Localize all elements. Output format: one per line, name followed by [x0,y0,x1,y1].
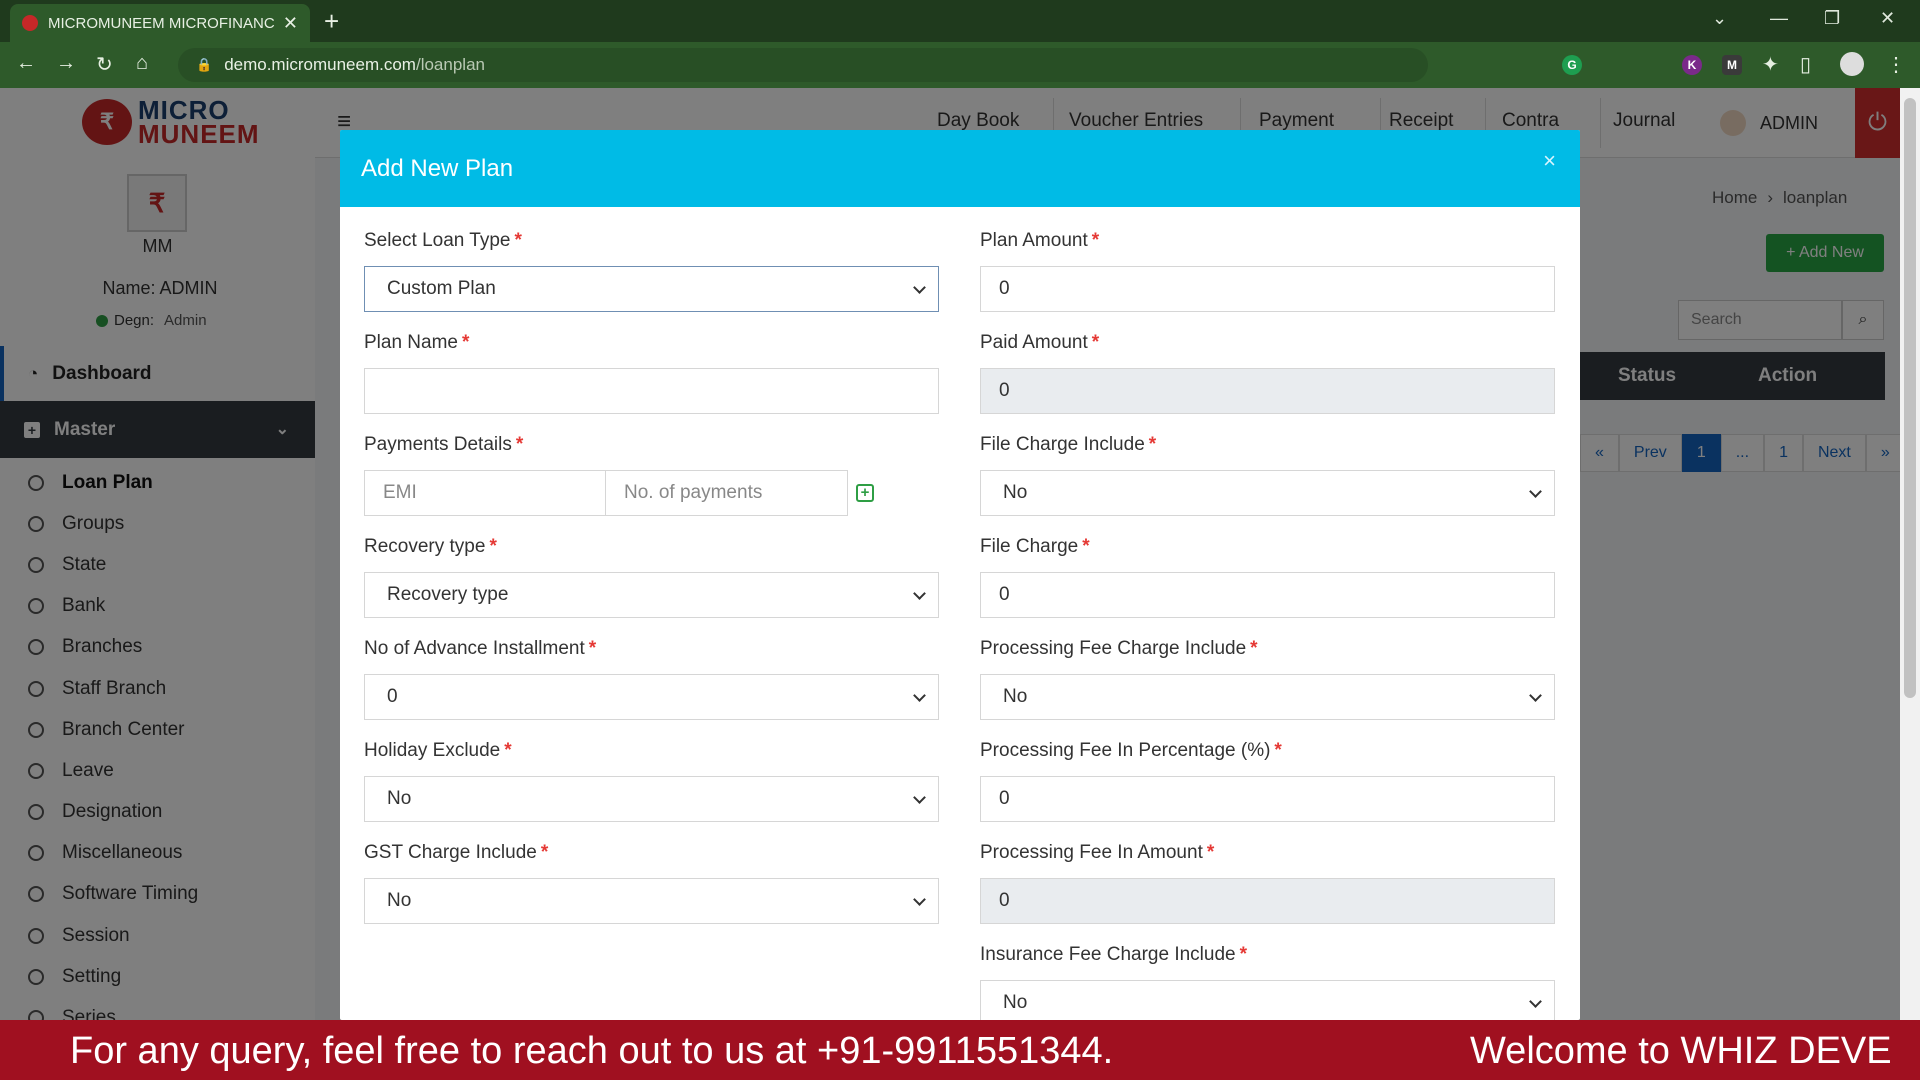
required-mark: * [1148,434,1157,455]
field-label: Plan Name [364,332,458,353]
back-icon[interactable]: ← [16,52,36,75]
modal-close-button[interactable]: × [1543,148,1556,174]
holiday-exclude-field: Holiday Exclude * No [364,740,939,842]
processing-fee-amount-input: 0 [980,878,1555,924]
field-label: Processing Fee In Percentage (%) [980,740,1271,761]
new-tab-icon[interactable]: + [324,8,339,34]
tab-title: MICROMUNEEM MICROFINANCE [48,14,275,32]
loan-type-field: Select Loan Type * Custom Plan [364,230,939,332]
paid-amount-input: 0 [980,368,1555,414]
file-charge-field: File Charge * 0 [980,536,1555,638]
processing-fee-percent-field: Processing Fee In Percentage (%) * 0 [980,740,1555,842]
required-mark: * [462,332,470,353]
file-charge-include-select[interactable]: No [980,470,1555,516]
add-payment-icon[interactable]: + [856,484,874,502]
field-label: Insurance Fee Charge Include [980,944,1236,965]
required-mark: * [514,230,522,251]
modal-title: Add New Plan [361,154,514,182]
file-charge-input[interactable]: 0 [980,572,1555,618]
plan-amount-input[interactable]: 0 [980,266,1555,312]
tab-search-icon[interactable]: ⌄ [1712,8,1727,29]
payment-count-input[interactable]: No. of payments [606,470,848,516]
url-path: /loanplan [415,55,485,74]
required-mark: * [588,638,597,659]
emi-input[interactable]: EMI [364,470,606,516]
gst-charge-select[interactable]: No [364,878,939,924]
tab-close-icon[interactable]: ✕ [283,13,298,34]
url-host: demo.micromuneem.com [224,55,416,74]
ticker-text-2: Welcome to WHIZ DEVE [1470,1030,1892,1072]
scrollbar-thumb[interactable] [1904,98,1916,698]
field-label: Payments Details [364,434,512,455]
extension-k[interactable]: K [1682,55,1702,75]
plan-amount-field: Plan Amount * 0 [980,230,1555,332]
file-charge-include-field: File Charge Include * No [980,434,1555,536]
profile-avatar-icon[interactable] [1840,52,1864,76]
payment-details-field: Payments Details * EMI No. of payments + [364,434,939,536]
url-field[interactable]: 🔒 demo.micromuneem.com/loanplan [178,48,1428,82]
address-bar: ← → ↻ ⌂ 🔒 demo.micromuneem.com/loanplan … [0,42,1920,88]
holiday-exclude-select[interactable]: No [364,776,939,822]
paid-amount-field: Paid Amount * 0 [980,332,1555,434]
processing-fee-include-field: Processing Fee Charge Include * No [980,638,1555,740]
processing-fee-include-select[interactable]: No [980,674,1555,720]
extensions-puzzle-icon[interactable]: ✦ [1762,52,1779,77]
required-mark: * [1274,740,1282,761]
field-label: Paid Amount [980,332,1088,353]
recovery-type-select[interactable]: Recovery type [364,572,939,618]
required-mark: * [1250,638,1258,659]
browser-tab-bar: MICROMUNEEM MICROFINANCE ✕ + ⌄ — ❐ ✕ [0,0,1920,42]
field-label: GST Charge Include [364,842,537,863]
lock-icon: 🔒 [196,57,213,72]
plan-name-input[interactable] [364,368,939,414]
field-label: Recovery type [364,536,486,557]
required-mark: * [504,740,512,761]
home-icon[interactable]: ⌂ [136,52,148,75]
advance-installment-field: No of Advance Installment * 0 [364,638,939,740]
required-mark: * [540,842,549,863]
insurance-fee-include-field: Insurance Fee Charge Include * No [980,944,1555,1020]
field-label: File Charge [980,536,1079,557]
required-mark: * [1206,842,1215,863]
restore-icon[interactable]: ❐ [1824,8,1840,29]
plan-name-field: Plan Name * [364,332,939,434]
add-plan-modal: Add New Plan × Select Loan Type * Custom … [340,130,1580,1020]
required-mark: * [1091,230,1100,251]
required-mark: * [489,536,497,557]
field-label: File Charge Include [980,434,1145,455]
insurance-fee-include-select[interactable]: No [980,980,1555,1020]
field-label: Select Loan Type [364,230,511,251]
field-label: Processing Fee Charge Include [980,638,1247,659]
forward-icon[interactable]: → [56,52,76,75]
processing-fee-percent-input[interactable]: 0 [980,776,1555,822]
required-mark: * [1082,536,1090,557]
modal-header: Add New Plan × [340,130,1580,207]
advance-installment-select[interactable]: 0 [364,674,939,720]
site-favicon-icon [22,15,38,31]
field-label: Holiday Exclude [364,740,501,761]
loan-type-select[interactable]: Custom Plan [364,266,939,312]
minimize-icon[interactable]: — [1770,8,1788,29]
recovery-type-field: Recovery type * Recovery type [364,536,939,638]
field-label: No of Advance Installment [364,638,585,659]
window-close-icon[interactable]: ✕ [1880,8,1895,29]
form-column-left: Select Loan Type * Custom Plan Plan Name *… [364,230,939,944]
browser-tab[interactable]: MICROMUNEEM MICROFINANCE ✕ [10,4,310,42]
browser-menu-icon[interactable]: ⋮ [1886,52,1906,77]
announcement-ticker: For any query, feel free to reach out to… [0,1020,1920,1080]
processing-fee-amount-field: Processing Fee In Amount * 0 [980,842,1555,944]
extension-m[interactable]: M [1722,55,1742,75]
required-mark: * [515,434,524,455]
field-label: Plan Amount [980,230,1088,251]
sidepanel-icon[interactable]: ▯ [1800,52,1811,77]
ticker-text-1: For any query, feel free to reach out to… [70,1030,1114,1072]
form-column-right: Plan Amount * 0 Paid Amount * 0 File Charg… [980,230,1555,1020]
field-label: Processing Fee In Amount [980,842,1203,863]
page-scrollbar[interactable] [1900,88,1920,1020]
gst-charge-field: GST Charge Include * No [364,842,939,944]
required-mark: * [1239,944,1248,965]
extension-g[interactable]: G [1562,55,1582,75]
required-mark: * [1091,332,1100,353]
reload-icon[interactable]: ↻ [96,52,113,77]
